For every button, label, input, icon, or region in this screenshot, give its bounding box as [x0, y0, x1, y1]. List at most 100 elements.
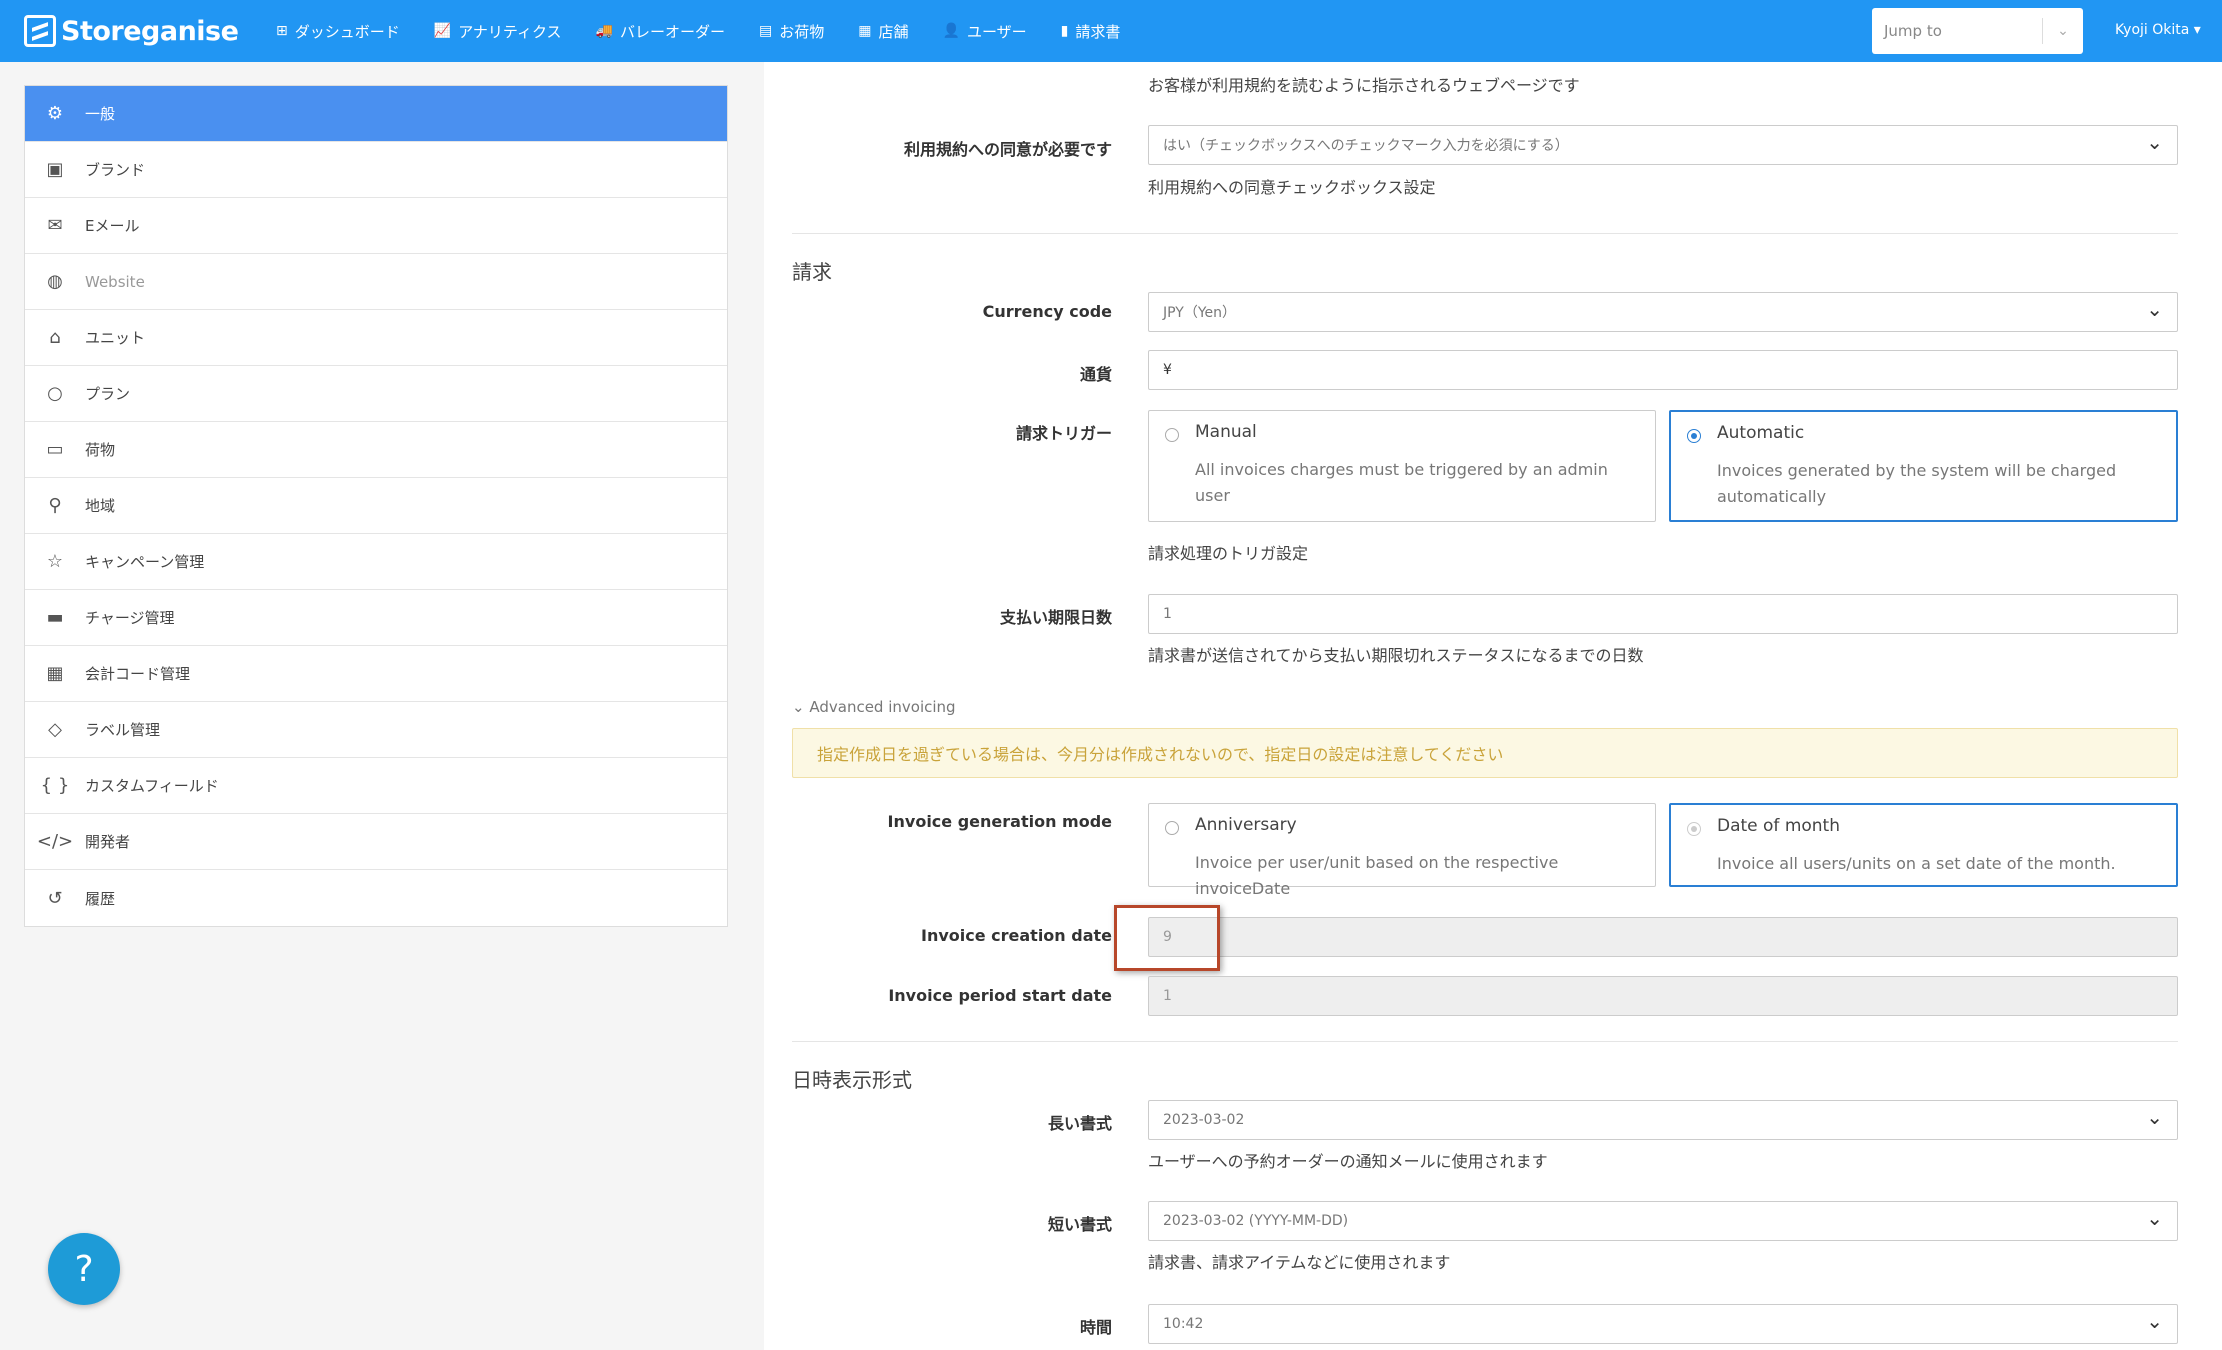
long-format-select[interactable]: 2023-03-02	[1148, 1100, 2178, 1140]
trigger-manual-option[interactable]: Manual All invoices charges must be trig…	[1148, 410, 1656, 522]
currency-code-label: Currency code	[982, 302, 1112, 321]
sidebar-item-label: プラン	[85, 385, 131, 403]
sidebar-item-label: Website	[85, 272, 145, 291]
currency-value: ¥	[1163, 362, 1172, 378]
creation-date-input[interactable]: 9	[1148, 917, 2178, 957]
generation-mode-label: Invoice generation mode	[887, 812, 1112, 831]
currency-code-select[interactable]: JPY（Yen）	[1148, 292, 2178, 332]
sidebar-item-label: カスタムフィールド	[85, 777, 219, 795]
nav-item-label: バレーオーダー	[619, 22, 725, 41]
advanced-invoicing-toggle[interactable]: ⌄ Advanced invoicing	[792, 698, 956, 716]
trigger-automatic-option[interactable]: Automatic Invoices generated by the syst…	[1669, 410, 2178, 522]
advanced-invoicing-warning: 指定作成日を過ぎている場合は、今月分は作成されないので、指定日の設定は注意してく…	[792, 728, 2178, 778]
long-format-help: ユーザーへの予約オーダーの通知メールに使用されます	[1148, 1152, 1548, 1171]
radio-unselected-icon[interactable]	[1165, 428, 1179, 442]
sidebar-item-brand[interactable]: ▣ ブランド	[25, 142, 727, 198]
sidebar-item-accounting-codes[interactable]: ▦ 会計コード管理	[25, 646, 727, 702]
nav-item-users[interactable]: 👤 ユーザー	[943, 21, 1027, 42]
sidebar-item-website[interactable]: ◍ Website	[25, 254, 727, 310]
warning-text: 指定作成日を過ぎている場合は、今月分は作成されないので、指定日の設定は注意してく…	[817, 745, 1504, 764]
nav-item-label: お荷物	[779, 22, 825, 41]
nav-item-sites[interactable]: ▦ 店舗	[858, 21, 908, 42]
trigger-automatic-desc: Invoices generated by the system will be…	[1717, 461, 2117, 506]
terms-url-help: お客様が利用規約を読むように指示されるウェブページです	[1148, 76, 1580, 95]
tags-icon: ◇	[48, 719, 62, 740]
history-icon: ↺	[47, 887, 63, 909]
sidebar-item-items[interactable]: ▭ 荷物	[25, 422, 727, 478]
sidebar-item-label: キャンペーン管理	[85, 553, 205, 571]
short-format-help: 請求書、請求アイテムなどに使用されます	[1148, 1253, 1451, 1272]
sidebar-item-label: ラベル管理	[85, 721, 161, 739]
time-format-select[interactable]: 10:42	[1148, 1304, 2178, 1344]
terms-agree-select[interactable]: はい（チェックボックスへのチェックマーク入力を必須にする）	[1148, 125, 2178, 165]
nav-item-valet-orders[interactable]: 🚚 バレーオーダー	[596, 21, 725, 42]
short-format-value: 2023-03-02 (YYYY-MM-DD)	[1163, 1213, 1349, 1229]
sidebar-item-email[interactable]: ✉ Eメール	[25, 198, 727, 254]
sidebar-item-units[interactable]: ⌂ ユニット	[25, 310, 727, 366]
radio-unselected-icon[interactable]	[1165, 821, 1179, 835]
jump-to-select[interactable]: Jump to ⌄	[1872, 8, 2083, 54]
mode-date-of-month-desc: Invoice all users/units on a set date of…	[1717, 854, 2116, 873]
sidebar-item-areas[interactable]: ⚲ 地域	[25, 478, 727, 534]
circle-icon: ○	[47, 383, 63, 404]
terms-agree-label: 利用規約への同意が必要です	[903, 140, 1112, 159]
due-days-value: 1	[1163, 606, 1172, 622]
currency-input[interactable]: ¥	[1148, 350, 2178, 390]
sidebar-item-label: 履歴	[85, 889, 116, 908]
due-days-input[interactable]: 1	[1148, 594, 2178, 634]
radio-selected-icon[interactable]	[1687, 429, 1701, 443]
user-name: Kyoji Okita	[2115, 22, 2190, 38]
nav-item-label: ユーザー	[966, 22, 1027, 41]
building-icon: ▦	[858, 23, 872, 39]
sidebar-item-label: ブランド	[85, 161, 146, 179]
billing-trigger-help: 請求処理のトリガ設定	[1148, 544, 1309, 563]
short-format-select[interactable]: 2023-03-02 (YYYY-MM-DD)	[1148, 1201, 2178, 1241]
caret-down-icon: ▾	[2193, 22, 2201, 38]
time-format-label: 時間	[1079, 1318, 1112, 1337]
sidebar-item-labels[interactable]: ◇ ラベル管理	[25, 702, 727, 758]
sitemap-icon: ⊞	[276, 23, 288, 39]
mode-date-of-month-option[interactable]: Date of month Invoice all users/units on…	[1669, 803, 2178, 887]
sidebar-item-custom-fields[interactable]: { } カスタムフィールド	[25, 758, 727, 814]
sidebar-item-label: 一般	[85, 105, 116, 123]
sidebar-item-general[interactable]: ⚙ 一般	[25, 86, 727, 142]
mode-anniversary-title: Anniversary	[1195, 815, 1297, 835]
chevron-down-icon[interactable]: ⌄	[2043, 23, 2083, 39]
braces-icon: { }	[40, 775, 70, 796]
sidebar-item-label: Eメール	[85, 217, 140, 235]
question-mark-icon: ?	[74, 1248, 94, 1290]
mode-anniversary-option[interactable]: Anniversary Invoice per user/unit based …	[1148, 803, 1656, 898]
archive-icon: ▭	[46, 439, 64, 460]
chevron-down-icon: ⌄	[792, 698, 805, 716]
sidebar-item-charges[interactable]: ▬ チャージ管理	[25, 590, 727, 646]
currency-label: 通貨	[1079, 365, 1112, 384]
calculator-icon: ▦	[46, 663, 64, 684]
nav-item-label: アナリティクス	[458, 22, 562, 41]
brand[interactable]: Storeganise	[24, 15, 254, 47]
mode-anniversary-desc: Invoice per user/unit based on the respe…	[1195, 853, 1559, 898]
short-format-label: 短い書式	[1047, 1215, 1112, 1234]
radio-selected-icon[interactable]	[1687, 822, 1701, 836]
chart-icon: 📈	[433, 23, 452, 39]
sidebar-item-plans[interactable]: ○ プラン	[25, 366, 727, 422]
money-icon: ▬	[46, 607, 64, 628]
sidebar-item-history[interactable]: ↺ 履歴	[25, 870, 727, 926]
sidebar-item-developer[interactable]: </> 開発者	[25, 814, 727, 870]
help-button[interactable]: ?	[48, 1233, 120, 1305]
image-icon: ▣	[46, 159, 64, 180]
sidebar-item-label: チャージ管理	[85, 609, 175, 627]
jump-to-placeholder: Jump to	[1884, 22, 1942, 40]
period-start-input[interactable]: 1	[1148, 976, 2178, 1016]
period-start-value: 1	[1163, 988, 1172, 1004]
sidebar-item-campaigns[interactable]: ☆ キャンペーン管理	[25, 534, 727, 590]
top-navbar: Storeganise ⊞ ダッシュボード 📈 アナリティクス 🚚 バレーオーダー ▤…	[0, 0, 2222, 62]
user-menu[interactable]: Kyoji Okita ▾	[2115, 22, 2201, 38]
nav-item-items[interactable]: ▤ お荷物	[759, 21, 824, 42]
section-divider	[792, 233, 2178, 234]
nav-item-analytics[interactable]: 📈 アナリティクス	[434, 21, 562, 42]
nav-item-invoices[interactable]: ▮ 請求書	[1061, 21, 1121, 42]
terms-agree-value: はい（チェックボックスへのチェックマーク入力を必須にする）	[1163, 138, 1569, 154]
section-divider	[792, 1041, 2178, 1042]
nav-item-dashboard[interactable]: ⊞ ダッシュボード	[276, 21, 400, 42]
datetime-section-title: 日時表示形式	[792, 1068, 912, 1092]
